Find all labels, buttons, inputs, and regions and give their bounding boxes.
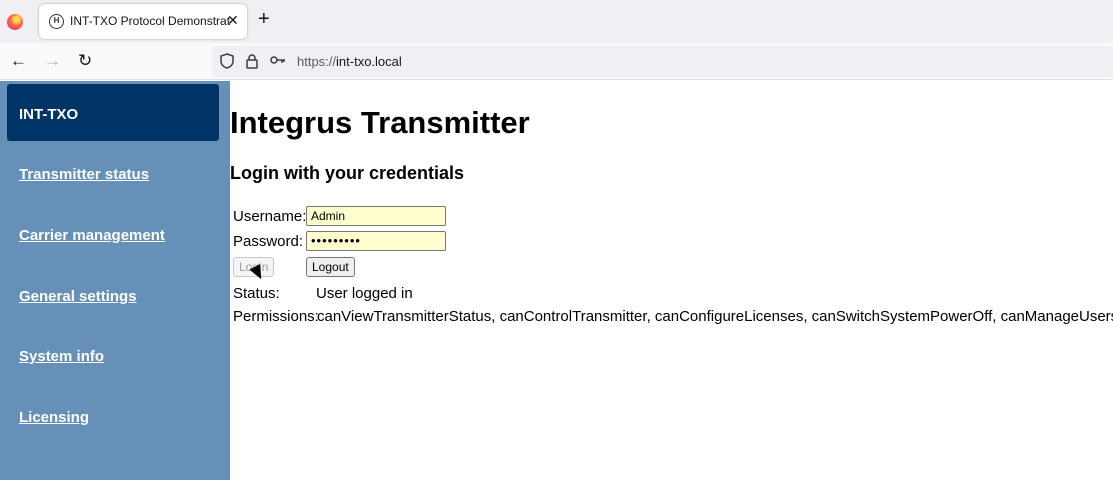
reload-button[interactable]: ↻ <box>78 51 92 71</box>
browser-tab[interactable]: H INT-TXO Protocol Demonstrator ✕ <box>39 4 247 39</box>
permissions-label: Permissions: <box>233 308 319 325</box>
permissions-value: canViewTransmitterStatus, canControlTran… <box>317 308 1113 325</box>
tab-favicon-icon: H <box>49 14 64 29</box>
sidebar-brand[interactable]: INT-TXO <box>7 84 219 141</box>
tab-close-icon[interactable]: ✕ <box>227 12 239 29</box>
login-heading: Login with your credentials <box>230 163 465 183</box>
url-scheme: https:// <box>297 54 337 69</box>
browser-nav-bar: ← → ↻ https://int-txo.local <box>0 43 1113 80</box>
logout-button[interactable]: Logout <box>306 257 355 277</box>
password-label: Password: <box>233 233 304 250</box>
lock-icon[interactable] <box>245 53 259 72</box>
shield-icon[interactable] <box>220 53 234 72</box>
page-title: Integrus Transmitter <box>230 105 530 140</box>
password-field[interactable]: ••••••••• <box>306 231 446 251</box>
forward-button[interactable]: → <box>44 51 61 71</box>
new-tab-button[interactable]: + <box>258 9 270 29</box>
sidebar-item-carrier-management[interactable]: Carrier management <box>19 227 165 244</box>
browser-tab-bar: H INT-TXO Protocol Demonstrator ✕ + <box>0 0 1113 43</box>
tab-title: INT-TXO Protocol Demonstrator <box>70 14 230 28</box>
address-bar[interactable]: https://int-txo.local <box>212 46 1113 77</box>
sidebar-item-system-info[interactable]: System info <box>19 348 104 365</box>
key-icon[interactable] <box>270 53 286 70</box>
username-field[interactable] <box>306 206 446 226</box>
username-label: Username: <box>233 208 307 225</box>
firefox-icon[interactable] <box>7 14 23 30</box>
sidebar-item-transmitter-status[interactable]: Transmitter status <box>19 166 149 183</box>
main-content: Integrus Transmitter Login with your cre… <box>230 81 1113 480</box>
sidebar: INT-TXO Transmitter status Carrier manag… <box>0 81 230 480</box>
status-label: Status: <box>233 285 280 302</box>
status-value: User logged in <box>316 285 413 302</box>
url-text[interactable]: https://int-txo.local <box>297 54 402 69</box>
back-button[interactable]: ← <box>10 51 27 71</box>
sidebar-item-general-settings[interactable]: General settings <box>19 288 137 305</box>
url-host: int-txo.local <box>336 54 402 69</box>
sidebar-item-licensing[interactable]: Licensing <box>19 409 89 426</box>
